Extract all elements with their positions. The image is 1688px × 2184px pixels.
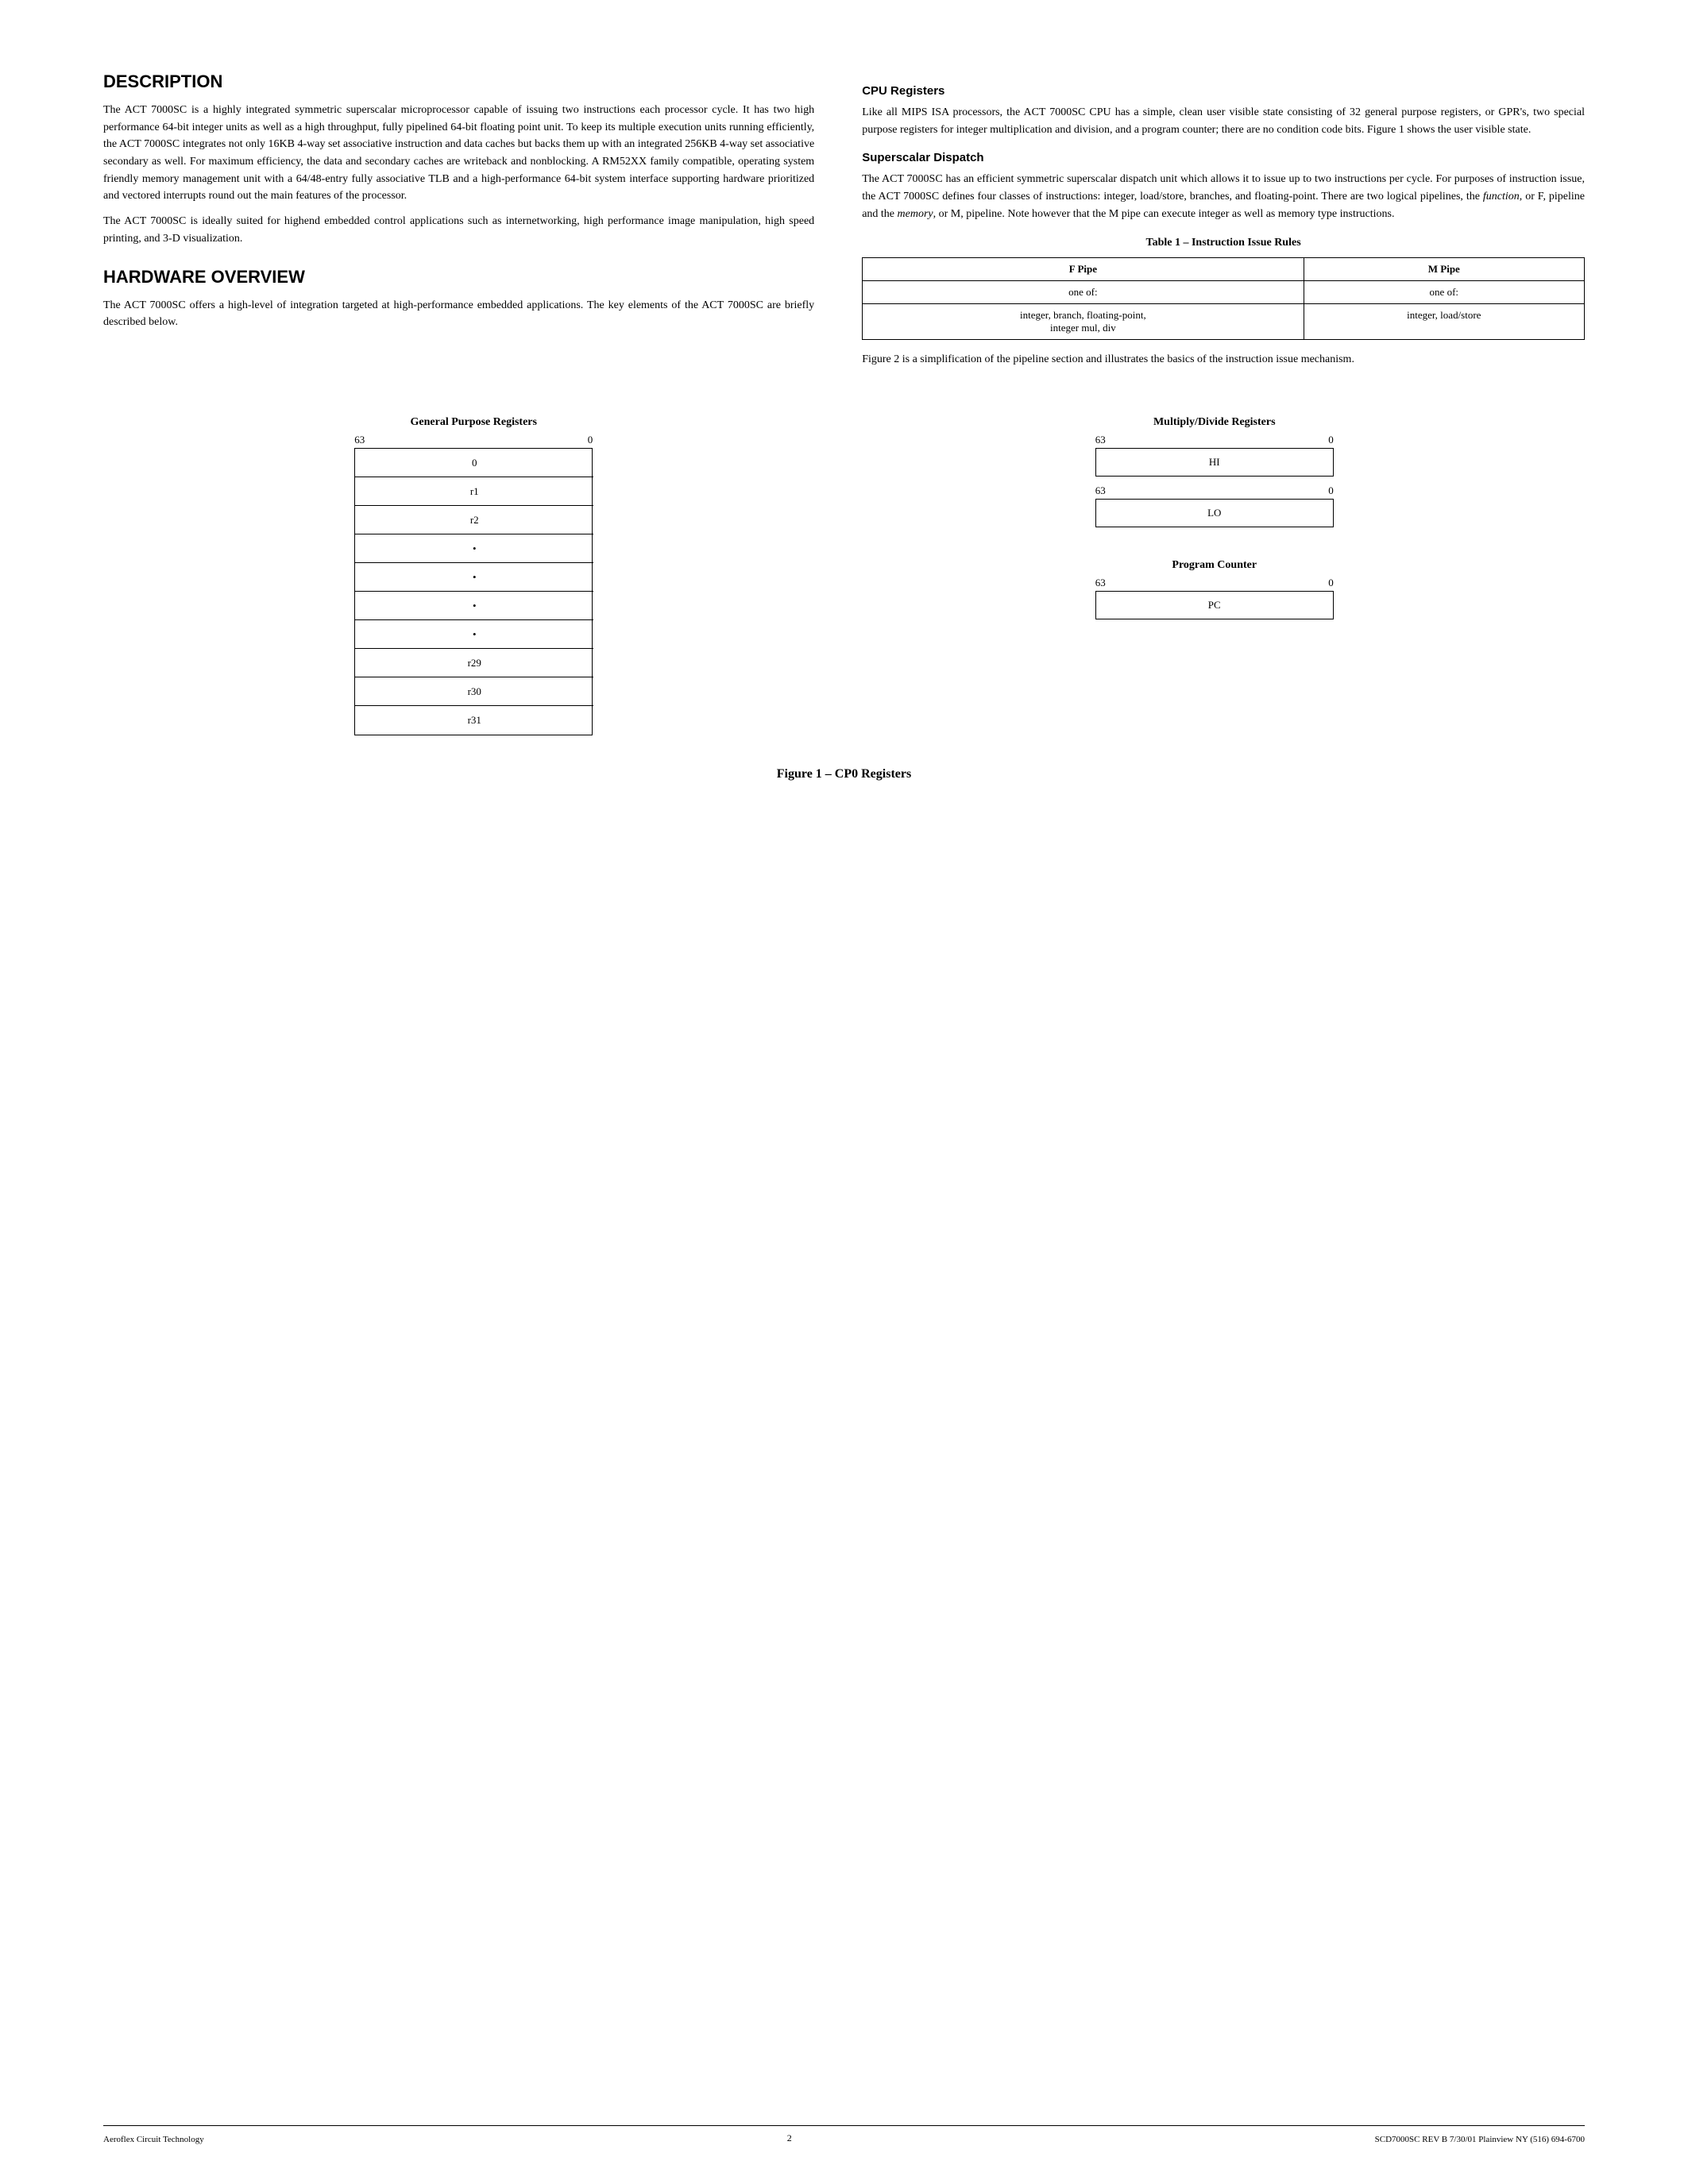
description-para-1: The ACT 7000SC is a highly integrated sy… xyxy=(103,102,814,205)
gpr-bit-high: 63 xyxy=(354,434,365,446)
main-content: DESCRIPTION The ACT 7000SC is a highly i… xyxy=(103,71,1585,376)
footer-doc-info: SCD7000SC REV B 7/30/01 Plainview NY (51… xyxy=(1375,2135,1585,2144)
hardware-overview-para: The ACT 7000SC offers a high-level of in… xyxy=(103,297,814,331)
instruction-table-caption: Table 1 – Instruction Issue Rules xyxy=(862,237,1585,249)
gpr-row-r29: r29 xyxy=(355,649,593,677)
multiply-divide-group: 63 0 HI 63 0 LO xyxy=(1095,434,1334,527)
table-header-mpipe: M Pipe xyxy=(1304,258,1584,281)
pipeline-note: Figure 2 is a simplification of the pipe… xyxy=(862,351,1585,369)
gpr-title: General Purpose Registers xyxy=(411,416,537,429)
figure-section: General Purpose Registers 63 0 0 r1 r2 •… xyxy=(103,416,1585,735)
pc-reg-box: PC xyxy=(1095,591,1334,619)
table-row: one of: one of: xyxy=(863,281,1585,304)
lo-register: 63 0 LO xyxy=(1095,484,1334,527)
right-diagrams: Multiply/Divide Registers 63 0 HI 63 xyxy=(1095,416,1334,619)
hi-bit-low: 0 xyxy=(1328,434,1334,446)
description-para-2: The ACT 7000SC is ideally suited for hig… xyxy=(103,213,814,247)
gpr-row-dot2: • xyxy=(355,563,593,592)
figure-caption: Figure 1 – CP0 Registers xyxy=(103,767,1585,781)
table-cell-mpipe-1: one of: xyxy=(1304,281,1584,304)
gpr-bit-low: 0 xyxy=(588,434,593,446)
cpu-registers-title: CPU Registers xyxy=(862,84,1585,98)
footer-company: Aeroflex Circuit Technology xyxy=(103,2135,204,2144)
gpr-bit-labels: 63 0 xyxy=(354,434,593,446)
page: DESCRIPTION The ACT 7000SC is a highly i… xyxy=(0,0,1688,2184)
superscalar-dispatch-title: Superscalar Dispatch xyxy=(862,151,1585,164)
table-header-fpipe: F Pipe xyxy=(863,258,1304,281)
multiply-divide-diagram: Multiply/Divide Registers 63 0 HI 63 xyxy=(1095,416,1334,527)
pc-bit-labels: 63 0 xyxy=(1095,577,1334,589)
lo-bit-high: 63 xyxy=(1095,484,1106,497)
pc-bit-low: 0 xyxy=(1328,577,1334,589)
footer: Aeroflex Circuit Technology 2 SCD7000SC … xyxy=(103,2125,1585,2144)
left-column: DESCRIPTION The ACT 7000SC is a highly i… xyxy=(103,71,814,376)
gpr-row-dot3: • xyxy=(355,592,593,620)
lo-bit-low: 0 xyxy=(1328,484,1334,497)
gpr-row-r2: r2 xyxy=(355,506,593,534)
hi-bit-high: 63 xyxy=(1095,434,1106,446)
description-title: DESCRIPTION xyxy=(103,71,814,92)
instruction-issue-table: F Pipe M Pipe one of: one of: integer, b… xyxy=(862,257,1585,340)
right-column: CPU Registers Like all MIPS ISA processo… xyxy=(862,71,1585,376)
gpr-row-r31: r31 xyxy=(355,706,593,735)
gpr-row-dot4: • xyxy=(355,620,593,649)
gpr-row-0: 0 xyxy=(355,449,593,477)
hi-bit-labels: 63 0 xyxy=(1095,434,1334,446)
lo-reg-box: LO xyxy=(1095,499,1334,527)
program-counter-title: Program Counter xyxy=(1172,559,1257,572)
cpu-registers-para: Like all MIPS ISA processors, the ACT 70… xyxy=(862,104,1585,138)
program-counter-diagram: Program Counter 63 0 PC xyxy=(1095,559,1334,619)
multiply-divide-title: Multiply/Divide Registers xyxy=(1153,416,1276,429)
gpr-row-dot1: • xyxy=(355,534,593,563)
table-cell-fpipe-2: integer, branch, floating-point,integer … xyxy=(863,304,1304,340)
gpr-diagram: General Purpose Registers 63 0 0 r1 r2 •… xyxy=(354,416,593,735)
hardware-overview-title: HARDWARE OVERVIEW xyxy=(103,267,814,287)
table-cell-fpipe-1: one of: xyxy=(863,281,1304,304)
lo-bit-labels: 63 0 xyxy=(1095,484,1334,497)
hi-register: 63 0 HI xyxy=(1095,434,1334,477)
pc-bit-high: 63 xyxy=(1095,577,1106,589)
footer-page-number: 2 xyxy=(787,2132,792,2144)
gpr-register-group: 0 r1 r2 • • • • r29 r30 r31 xyxy=(354,448,593,735)
gpr-row-r30: r30 xyxy=(355,677,593,706)
table-row: integer, branch, floating-point,integer … xyxy=(863,304,1585,340)
superscalar-dispatch-para: The ACT 7000SC has an efficient symmetri… xyxy=(862,171,1585,222)
hi-reg-box: HI xyxy=(1095,448,1334,477)
gpr-row-r1: r1 xyxy=(355,477,593,506)
table-cell-mpipe-2: integer, load/store xyxy=(1304,304,1584,340)
